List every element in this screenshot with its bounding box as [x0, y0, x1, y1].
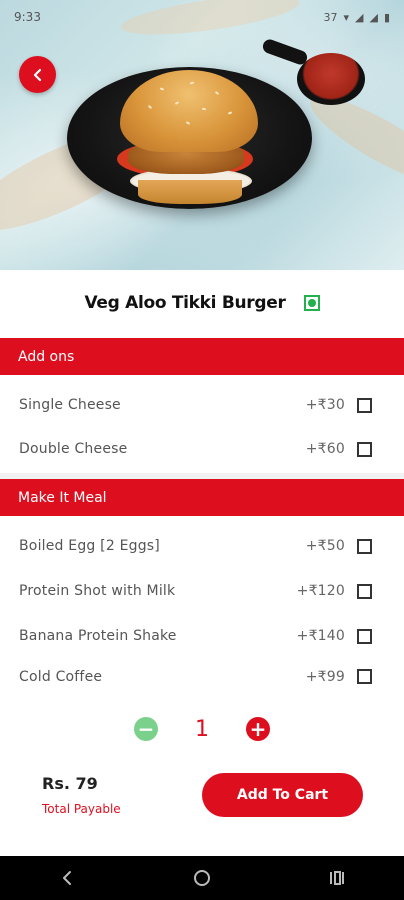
option-price: +₹120 [296, 583, 345, 599]
status-bar: 9:33 37 ▾ ◢ ◢ ▮ [0, 0, 404, 34]
section-header-add-ons: Add ons [0, 338, 404, 375]
status-time: 9:33 [14, 10, 41, 24]
sesame-seed [159, 87, 165, 91]
option-price: +₹60 [305, 441, 345, 457]
nav-recents-button[interactable] [317, 863, 357, 893]
option-checkbox[interactable] [357, 441, 372, 457]
quantity-value: 1 [195, 716, 209, 742]
option-checkbox[interactable] [357, 628, 372, 644]
option-name: Single Cheese [19, 397, 121, 413]
sesame-seed [189, 81, 195, 85]
nav-back-icon [63, 871, 72, 885]
option-checkbox[interactable] [357, 397, 372, 413]
option-name: Boiled Egg [2 Eggs] [19, 538, 160, 554]
veg-dot [307, 299, 316, 307]
bun-bottom [138, 180, 242, 204]
option-name: Protein Shot with Milk [19, 583, 176, 599]
sesame-seed [214, 91, 220, 95]
network-speed-text: 37 [323, 10, 338, 24]
option-name: Banana Protein Shake [19, 628, 177, 644]
option-price: +₹30 [305, 397, 345, 413]
section-header-make-it-meal: Make It Meal [0, 479, 404, 516]
option-checkbox[interactable] [357, 538, 372, 554]
chevron-left-icon [33, 68, 41, 81]
sesame-seed [201, 107, 207, 111]
system-nav-bar [0, 856, 404, 900]
sesame-seed [227, 111, 233, 115]
product-image: 9:33 37 ▾ ◢ ◢ ▮ [0, 0, 404, 270]
decrease-quantity-button[interactable]: − [134, 717, 158, 741]
signal-icon: ◢ [355, 10, 364, 24]
battery-icon: ▮ [383, 10, 390, 24]
sauce-bowl-handle [260, 37, 310, 67]
option-row[interactable]: Protein Shot with Milk +₹120 [0, 569, 404, 613]
wifi-icon: ▾ [343, 10, 349, 24]
option-row[interactable]: Cold Coffee +₹99 [0, 659, 404, 687]
option-checkbox[interactable] [357, 669, 372, 684]
option-row[interactable]: Double Cheese +₹60 [0, 427, 404, 471]
quantity-stepper: − 1 + [0, 710, 404, 748]
sesame-seed [174, 101, 180, 105]
sesame-seed [185, 121, 191, 125]
signal-icon-2: ◢ [369, 10, 378, 24]
option-row[interactable]: Banana Protein Shake +₹140 [0, 614, 404, 658]
veg-icon [303, 295, 320, 311]
nav-recents-icon [329, 871, 344, 885]
option-price: +₹140 [296, 628, 345, 644]
product-title: Veg Aloo Tikki Burger [84, 293, 286, 313]
option-name: Double Cheese [19, 441, 128, 457]
back-button[interactable] [19, 56, 56, 93]
option-price: +₹50 [305, 538, 345, 554]
add-to-cart-button[interactable]: Add To Cart [202, 773, 363, 817]
option-price: +₹99 [305, 669, 345, 685]
option-checkbox[interactable] [357, 583, 372, 599]
option-row[interactable]: Single Cheese +₹30 [0, 383, 404, 427]
total-label: Total Payable [42, 802, 121, 816]
option-row[interactable]: Boiled Egg [2 Eggs] +₹50 [0, 524, 404, 568]
nav-home-icon [193, 870, 210, 886]
status-icons: 37 ▾ ◢ ◢ ▮ [323, 11, 390, 24]
option-name: Cold Coffee [19, 669, 103, 685]
total-price: Rs. 79 [42, 774, 98, 793]
sesame-seed [147, 104, 153, 110]
nav-back-button[interactable] [47, 863, 87, 893]
sauce-bowl [297, 53, 365, 105]
nav-home-button[interactable] [182, 863, 222, 893]
increase-quantity-button[interactable]: + [246, 717, 270, 741]
product-title-row: Veg Aloo Tikki Burger [0, 282, 404, 324]
